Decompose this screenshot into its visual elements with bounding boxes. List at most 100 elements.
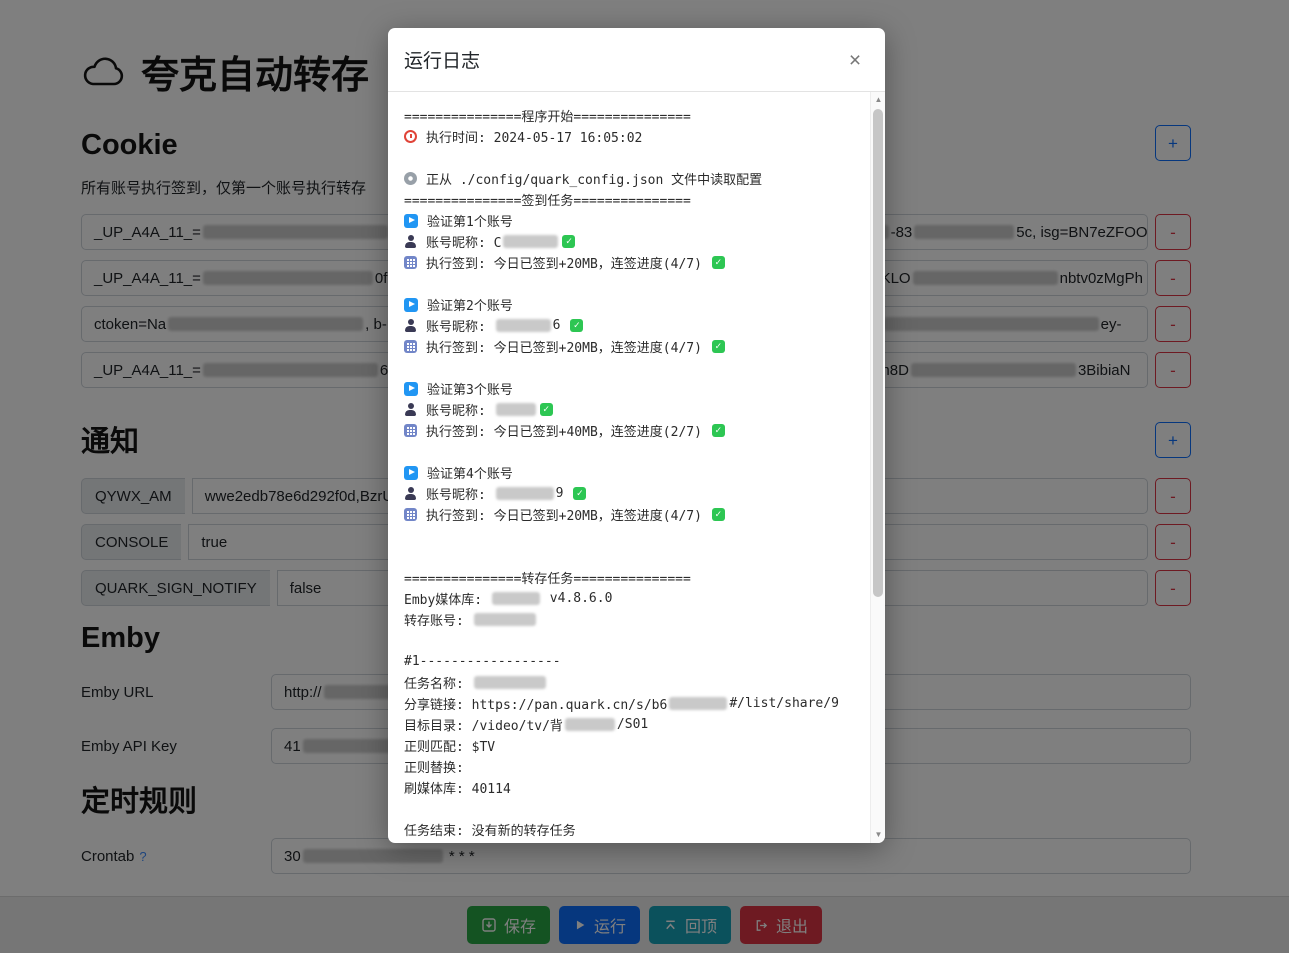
- text-fragment: /S01: [617, 717, 648, 732]
- calendar-icon: [404, 256, 417, 269]
- run-log-output: ===============程序开始=============== 执行时间: …: [388, 92, 885, 843]
- scroll-down-icon[interactable]: ▼: [871, 828, 885, 842]
- log-line: 目标目录: /video/tv/背/S01: [404, 714, 851, 735]
- calendar-icon: [404, 340, 417, 353]
- modal-body[interactable]: ===============程序开始=============== 执行时间: …: [388, 92, 885, 843]
- log-line: [404, 273, 851, 294]
- text-fragment: 执行时间: 2024-05-17 16:05:02: [426, 127, 642, 146]
- log-line: 正则匹配: $TV: [404, 735, 851, 756]
- log-line: [404, 630, 851, 651]
- text-fragment: 正从 ./config/quark_config.json 文件中读取配置: [426, 169, 762, 188]
- user-icon: [404, 235, 417, 248]
- text-fragment: 验证第3个账号: [427, 379, 513, 398]
- text-fragment: 任务名称:: [404, 673, 472, 692]
- log-line: 账号昵称: ✓: [404, 399, 851, 420]
- text-fragment: 6: [553, 318, 569, 333]
- log-line: 任务结束: 没有新的转存任务: [404, 819, 851, 840]
- redacted-text: [496, 487, 554, 500]
- check-icon: ✓: [540, 403, 553, 416]
- redacted-text: [492, 592, 540, 605]
- check-icon: ✓: [712, 340, 725, 353]
- log-line: 正则替换:: [404, 756, 851, 777]
- log-line: 执行签到: 今日已签到+20MB，连签进度(4/7) ✓: [404, 336, 851, 357]
- text-fragment: 执行签到: 今日已签到+20MB，连签进度(4/7): [426, 253, 710, 272]
- log-line: 账号昵称: 6 ✓: [404, 315, 851, 336]
- redacted-text: [669, 697, 727, 710]
- check-icon: ✓: [573, 487, 586, 500]
- redacted-text: [474, 613, 536, 626]
- log-line: 账号昵称: C ✓: [404, 231, 851, 252]
- log-line: ===============程序开始===============: [404, 105, 851, 126]
- log-line: 验证第4个账号: [404, 462, 851, 483]
- log-line: [404, 147, 851, 168]
- log-line: 正从 ./config/quark_config.json 文件中读取配置: [404, 168, 851, 189]
- check-icon: ✓: [712, 256, 725, 269]
- log-line: 任务名称:: [404, 672, 851, 693]
- log-line: Emby媒体库: v4.8.6.0: [404, 588, 851, 609]
- check-icon: ✓: [712, 424, 725, 437]
- modal-scrollbar[interactable]: ▲ ▼: [870, 92, 885, 843]
- close-icon[interactable]: ×: [839, 44, 871, 76]
- log-line: 验证第2个账号: [404, 294, 851, 315]
- redacted-text: [565, 718, 615, 731]
- text-fragment: v4.8.6.0: [542, 591, 612, 606]
- scrollbar-thumb[interactable]: [873, 109, 883, 597]
- log-line: 验证第1个账号: [404, 210, 851, 231]
- log-line: 执行时间: 2024-05-17 16:05:02: [404, 126, 851, 147]
- text-fragment: 刷媒体库: 40114: [404, 778, 511, 797]
- log-line: #1------------------: [404, 651, 851, 672]
- user-icon: [404, 319, 417, 332]
- play-icon: [404, 214, 418, 228]
- log-line: 执行签到: 今日已签到+20MB，连签进度(4/7) ✓: [404, 252, 851, 273]
- text-fragment: 账号昵称:: [426, 316, 494, 335]
- text-fragment: 转存账号:: [404, 610, 472, 629]
- user-icon: [404, 487, 417, 500]
- text-fragment: 执行签到: 今日已签到+40MB，连签进度(2/7): [426, 421, 710, 440]
- text-fragment: 账号昵称:: [426, 400, 494, 419]
- text-fragment: 执行签到: 今日已签到+20MB，连签进度(4/7): [426, 337, 710, 356]
- text-fragment: ===============签到任务===============: [404, 190, 691, 209]
- text-fragment: 验证第2个账号: [427, 295, 513, 314]
- log-line: 账号昵称: 9 ✓: [404, 483, 851, 504]
- log-line: [404, 798, 851, 819]
- log-line: [404, 441, 851, 462]
- gear-icon: [404, 172, 417, 185]
- text-fragment: 验证第4个账号: [427, 463, 513, 482]
- log-line: 分享链接: https://pan.quark.cn/s/b6 #/list/sh…: [404, 693, 851, 714]
- text-fragment: ===============程序开始===============: [404, 106, 691, 125]
- check-icon: ✓: [570, 319, 583, 332]
- text-fragment: 账号昵称: C: [426, 232, 501, 251]
- text-fragment: 目标目录: /video/tv/背: [404, 715, 563, 734]
- log-line: 转存账号:: [404, 609, 851, 630]
- text-fragment: 正则匹配: $TV: [404, 736, 495, 755]
- redacted-text: [503, 235, 558, 248]
- text-fragment: 账号昵称:: [426, 484, 494, 503]
- redacted-text: [496, 403, 536, 416]
- text-fragment: 9: [556, 486, 572, 501]
- user-icon: [404, 403, 417, 416]
- log-line: ===============转存任务===============: [404, 567, 851, 588]
- text-fragment: 验证第1个账号: [427, 211, 513, 230]
- calendar-icon: [404, 424, 417, 437]
- text-fragment: 正则替换:: [404, 757, 472, 776]
- text-fragment: 分享链接: https://pan.quark.cn/s/b6: [404, 694, 667, 713]
- check-icon: ✓: [562, 235, 575, 248]
- text-fragment: #/list/share/9: [729, 696, 839, 711]
- scroll-up-icon[interactable]: ▲: [871, 93, 885, 107]
- play-icon: [404, 298, 418, 312]
- log-line: 刷媒体库: 40114: [404, 777, 851, 798]
- modal-title: 运行日志: [404, 46, 480, 73]
- text-fragment: ===============转存任务===============: [404, 568, 691, 587]
- log-line: 验证第3个账号: [404, 378, 851, 399]
- log-line: [404, 546, 851, 567]
- log-line: 执行签到: 今日已签到+20MB，连签进度(4/7) ✓: [404, 504, 851, 525]
- play-icon: [404, 382, 418, 396]
- log-line: ===============签到任务===============: [404, 189, 851, 210]
- log-line: [404, 357, 851, 378]
- calendar-icon: [404, 508, 417, 521]
- log-line: 执行签到: 今日已签到+40MB，连签进度(2/7) ✓: [404, 420, 851, 441]
- text-fragment: 任务结束: 没有新的转存任务: [404, 820, 576, 839]
- redacted-text: [474, 676, 546, 689]
- text-fragment: Emby媒体库:: [404, 589, 490, 608]
- modal-header: 运行日志 ×: [388, 28, 885, 92]
